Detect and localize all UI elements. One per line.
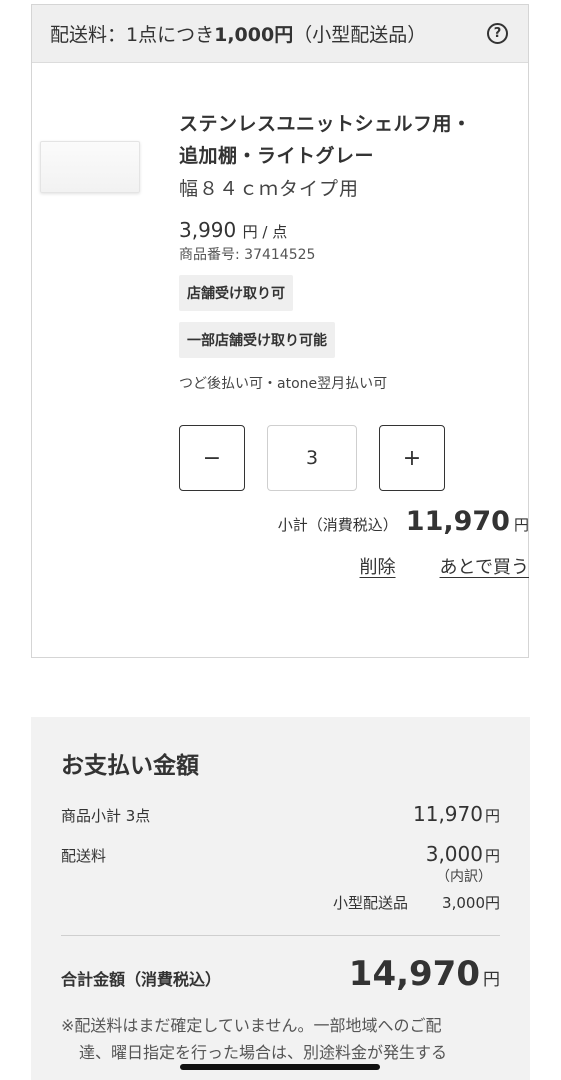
summary-divider bbox=[61, 935, 500, 936]
shipping-fee-amount: 1,000円 bbox=[214, 24, 294, 46]
shipping-yen: 円 bbox=[484, 847, 500, 865]
product-number: 商品番号: 37414525 bbox=[179, 247, 316, 263]
item-subtotal: 小計（消費税込） 11,970 円 bbox=[278, 506, 529, 537]
disclaimer-line-1: ※配送料はまだ確定していません。一部地域へのご配 bbox=[61, 1016, 442, 1035]
save-for-later-link[interactable]: あとで買う bbox=[440, 553, 529, 579]
unit-price-value: 3,990 bbox=[179, 218, 237, 242]
product-info: ステンレスユニットシェルフ用・追加棚・ライトグレー 幅８４ｃｍタイプ用 3,99… bbox=[179, 108, 479, 393]
quantity-decrease-button[interactable]: − bbox=[179, 425, 245, 491]
subtotal-yen: 円 bbox=[513, 516, 529, 534]
unit-price-unit: 円 / 点 bbox=[242, 223, 288, 241]
item-actions: 削除 あとで買う bbox=[360, 553, 529, 579]
items-subtotal-row: 商品小計 3点 11,970 円 bbox=[61, 802, 500, 826]
shipping-fee-header: 配送料：1点につき1,000円（小型配送品） ? bbox=[32, 5, 528, 63]
total-row: 合計金額（消費税込） 14,970 円 bbox=[61, 954, 500, 994]
store-pickup-badge: 店舗受け取り可 bbox=[179, 275, 293, 311]
total-amount: 14,970 bbox=[348, 954, 480, 994]
quantity-input[interactable]: 3 bbox=[267, 425, 357, 491]
shipping-fee-text: 配送料：1点につき1,000円（小型配送品） bbox=[50, 20, 487, 47]
payment-options-note: つど後払い可・atone翌月払い可 bbox=[179, 376, 388, 392]
unit-price: 3,990 円 / 点 bbox=[179, 218, 479, 242]
shipping-amount: 3,000 bbox=[425, 842, 483, 866]
items-subtotal-amount: 11,970 bbox=[413, 802, 483, 826]
partial-store-pickup-badge: 一部店舗受け取り可能 bbox=[179, 322, 335, 358]
shipping-fee-prefix: 配送料：1点につき bbox=[50, 24, 215, 46]
payment-summary: お支払い金額 商品小計 3点 11,970 円 配送料 3,000 円 （内訳） 小… bbox=[31, 717, 530, 1080]
shipping-label: 配送料 bbox=[61, 847, 107, 865]
quantity-increase-button[interactable]: + bbox=[379, 425, 445, 491]
items-subtotal-yen: 円 bbox=[484, 807, 500, 825]
home-indicator[interactable] bbox=[180, 1064, 380, 1070]
items-subtotal-value: 11,970 円 bbox=[413, 802, 500, 826]
total-yen: 円 bbox=[483, 970, 500, 990]
disclaimer-line-2: 達、曜日指定を行った場合は、別途料金が発生する bbox=[79, 1043, 448, 1062]
total-value: 14,970 円 bbox=[349, 954, 500, 994]
shipping-row: 配送料 3,000 円 bbox=[61, 842, 500, 866]
payment-summary-title: お支払い金額 bbox=[61, 753, 199, 779]
total-label: 合計金額（消費税込） bbox=[61, 970, 222, 989]
shipping-disclaimer: ※配送料はまだ確定していません。一部地域へのご配 達、曜日指定を行った場合は、別… bbox=[61, 1012, 500, 1066]
shipping-value: 3,000 円 bbox=[426, 842, 500, 866]
breakdown-item-label: 小型配送品 bbox=[333, 894, 409, 912]
product-variant: 幅８４ｃｍタイプ用 bbox=[179, 178, 360, 200]
shipping-breakdown-label: （内訳） bbox=[436, 869, 492, 885]
shipping-fee-suffix: （小型配送品） bbox=[293, 24, 427, 46]
product-name[interactable]: ステンレスユニットシェルフ用・追加棚・ライトグレー bbox=[179, 108, 479, 172]
breakdown-item-amount: 3,000円 bbox=[442, 894, 500, 912]
delete-link[interactable]: 削除 bbox=[360, 553, 396, 579]
subtotal-amount: 11,970 bbox=[405, 506, 510, 537]
shipping-breakdown-row: 小型配送品 3,000円 bbox=[61, 892, 500, 913]
question-circle-icon[interactable]: ? bbox=[487, 23, 508, 44]
product-image[interactable] bbox=[40, 141, 140, 193]
subtotal-label: 小計（消費税込） bbox=[277, 516, 398, 534]
items-subtotal-label: 商品小計 3点 bbox=[61, 807, 151, 825]
